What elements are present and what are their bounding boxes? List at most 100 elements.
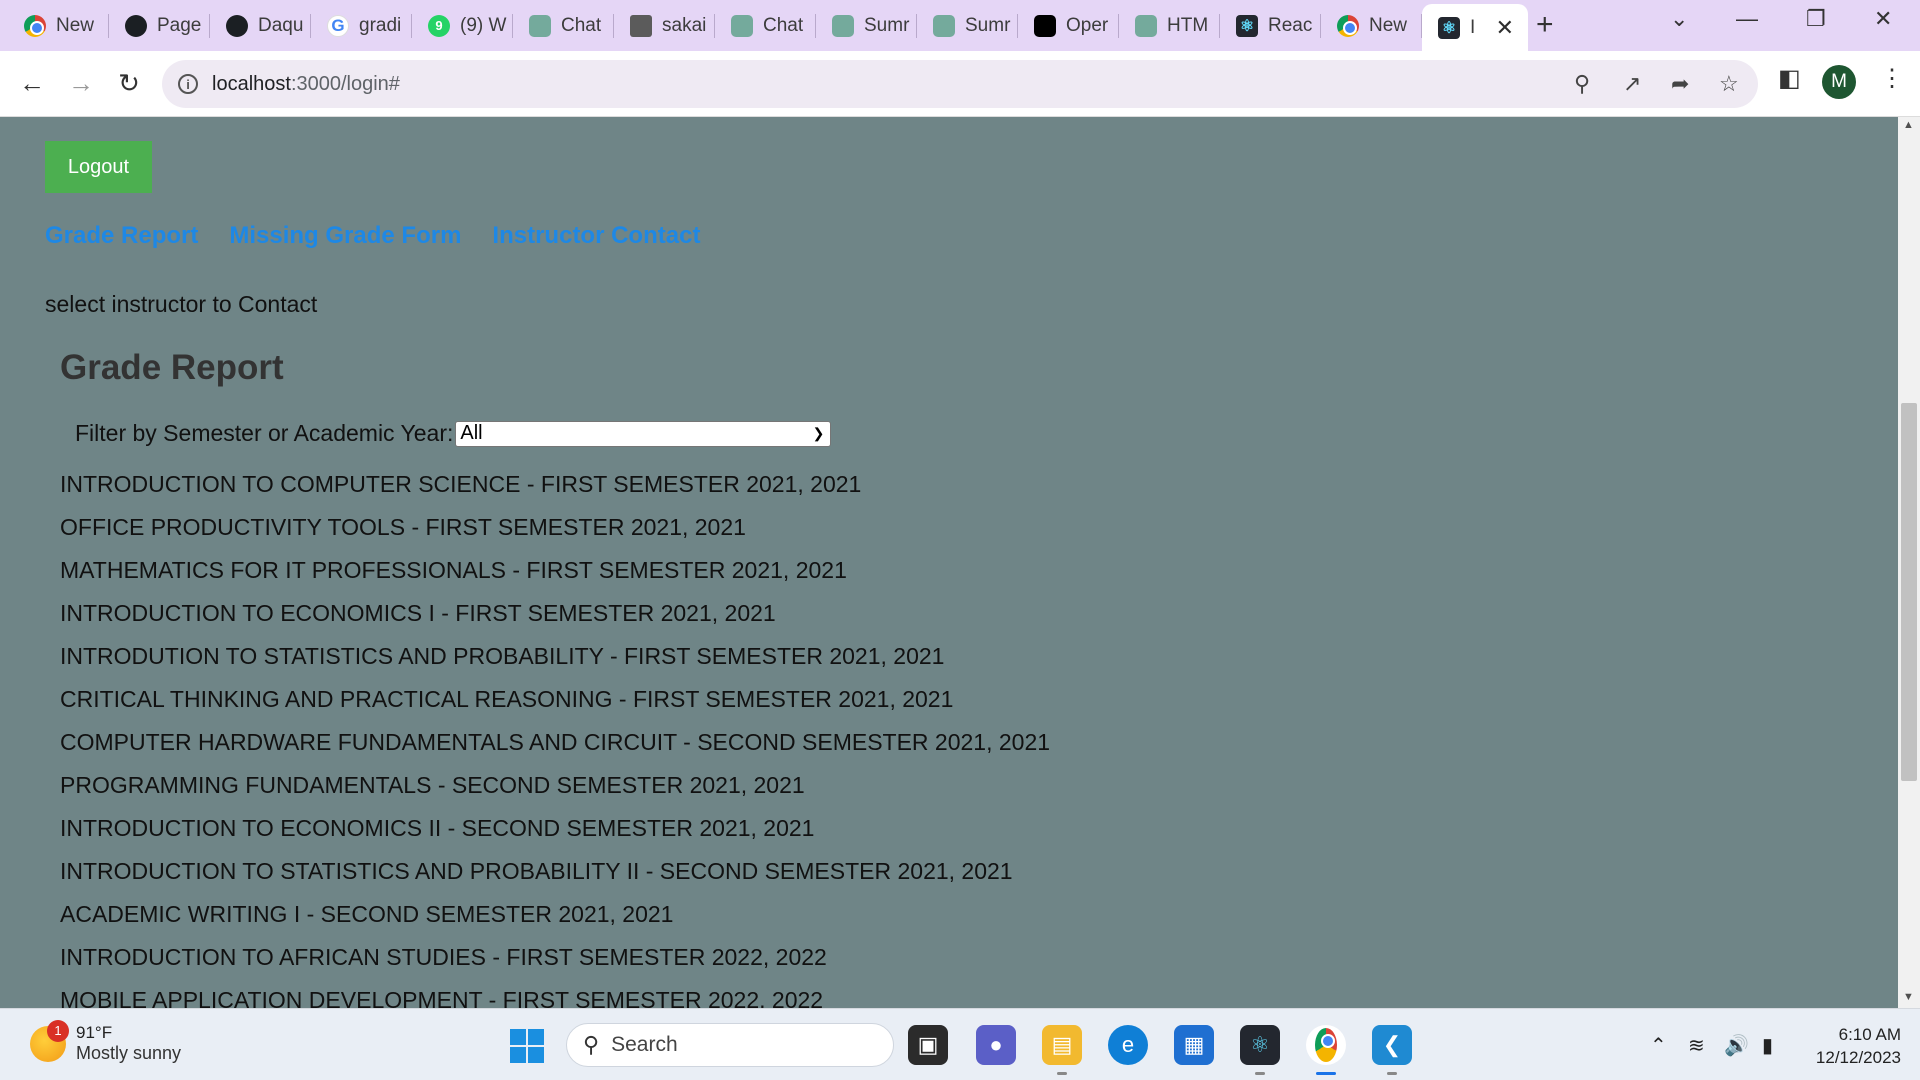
- browser-tab[interactable]: ⚛ I ✕: [1422, 4, 1528, 51]
- chatgpt-icon: [1135, 14, 1157, 37]
- windows-taskbar: 1 91°F Mostly sunny ⚲ Search ▣ ● ▤ e ▦ ⚛…: [0, 1008, 1920, 1080]
- course-list-item: MOBILE APPLICATION DEVELOPMENT - FIRST S…: [60, 987, 824, 1008]
- whatsapp-icon: 9: [428, 14, 450, 37]
- browser-tab-strip: New Page Daqu Ggradi 9 (9) W Chat sakai Chat Sumr…: [0, 0, 1920, 51]
- back-icon[interactable]: ←: [12, 63, 52, 103]
- notification-badge: 1: [47, 1019, 69, 1042]
- browser-tab-label: Page: [157, 14, 202, 36]
- bookmark-star-icon[interactable]: ☆: [1719, 71, 1739, 97]
- show-hidden-icons-chevron-icon[interactable]: ⌃: [1650, 1033, 1667, 1058]
- browser-tab-label: Sumr: [965, 14, 1011, 36]
- browser-tab[interactable]: Oper: [1018, 6, 1119, 45]
- weather-widget[interactable]: 1 91°F Mostly sunny: [30, 1019, 182, 1064]
- scrollbar-thumb[interactable]: [1901, 403, 1917, 781]
- github-icon: [125, 14, 147, 37]
- browser-tab[interactable]: Chat: [715, 6, 816, 45]
- chrome-taskbar-icon[interactable]: [1306, 1025, 1346, 1075]
- nav-link-instructor-contact[interactable]: Instructor Contact: [492, 222, 700, 250]
- new-tab-button[interactable]: +: [1536, 8, 1554, 42]
- browser-tab[interactable]: Chat: [513, 6, 614, 45]
- url-path: :3000/login#: [290, 72, 400, 95]
- logout-button[interactable]: Logout: [45, 141, 152, 193]
- clock-date: 12/12/2023: [1815, 1048, 1901, 1067]
- github-icon: [226, 14, 248, 37]
- open-in-new-icon[interactable]: ↗: [1623, 71, 1641, 97]
- course-list-item: INTRODUCTION TO ECONOMICS I - FIRST SEME…: [60, 600, 776, 626]
- sakai-icon: [630, 14, 652, 37]
- minimize-icon[interactable]: —: [1736, 6, 1758, 32]
- course-list-item: MATHEMATICS FOR IT PROFESSIONALS - FIRST…: [60, 557, 847, 583]
- browser-tab[interactable]: Daqu: [210, 6, 311, 45]
- browser-tab-label: Chat: [763, 14, 804, 36]
- url-text[interactable]: localhost:3000/login#: [212, 73, 400, 96]
- browser-tab[interactable]: ⚛ Reac: [1220, 6, 1321, 45]
- nav-link-missing-grade-form[interactable]: Missing Grade Form: [229, 222, 461, 250]
- filter-row: Filter by Semester or Academic Year: All…: [75, 420, 832, 447]
- address-bar[interactable]: i localhost:3000/login# ⚲ ↗ ➦ ☆: [162, 60, 1758, 108]
- chatgpt-icon: [731, 14, 753, 37]
- semester-filter-select[interactable]: All ❯: [455, 420, 832, 447]
- chatgpt-icon: [832, 14, 854, 37]
- nav-link-grade-report[interactable]: Grade Report: [45, 222, 198, 250]
- system-clock[interactable]: 6:10 AM 12/12/2023: [1805, 1023, 1901, 1069]
- forward-icon[interactable]: →: [61, 63, 101, 103]
- weather-temperature: 91°F: [76, 1023, 113, 1042]
- teams-chat-icon[interactable]: ●: [976, 1025, 1016, 1065]
- page-scrollbar[interactable]: ▲ ▼: [1898, 117, 1920, 1008]
- tab-search-icon[interactable]: ⌄: [1670, 6, 1688, 32]
- course-list-item: OFFICE PRODUCTIVITY TOOLS - FIRST SEMEST…: [60, 514, 746, 540]
- microsoft-store-icon[interactable]: ▦: [1174, 1025, 1214, 1065]
- browser-tab[interactable]: New: [1321, 6, 1422, 45]
- course-list: INTRODUCTION TO COMPUTER SCIENCE - FIRST…: [60, 470, 1050, 1008]
- share-icon[interactable]: ➦: [1671, 71, 1689, 97]
- task-view-icon[interactable]: ▣: [908, 1025, 948, 1065]
- file-explorer-icon[interactable]: ▤: [1042, 1025, 1082, 1075]
- scroll-up-icon[interactable]: ▲: [1903, 119, 1914, 131]
- browser-tab[interactable]: Sumr: [816, 6, 917, 45]
- course-list-item: INTRODUCTION TO COMPUTER SCIENCE - FIRST…: [60, 471, 862, 497]
- browser-tab[interactable]: Sumr: [917, 6, 1018, 45]
- browser-tab[interactable]: New: [8, 6, 109, 45]
- page-content: Logout Grade Report Missing Grade Form I…: [0, 117, 1898, 1008]
- browser-tab-label: Reac: [1268, 14, 1313, 36]
- site-info-icon[interactable]: i: [178, 74, 198, 94]
- course-list-item: INTRODUCTION TO STATISTICS AND PROBABILI…: [60, 858, 1013, 884]
- browser-tab[interactable]: 9 (9) W: [412, 6, 513, 45]
- browser-tab[interactable]: Page: [109, 6, 210, 45]
- close-window-icon[interactable]: ✕: [1874, 6, 1892, 32]
- close-tab-icon[interactable]: ✕: [1496, 15, 1514, 41]
- browser-tab[interactable]: Ggradi: [311, 6, 412, 45]
- volume-icon[interactable]: 🔊: [1724, 1033, 1749, 1058]
- filter-selected-value: All: [460, 422, 483, 444]
- react-app-icon[interactable]: ⚛: [1240, 1025, 1280, 1075]
- url-host: localhost: [212, 72, 291, 95]
- battery-icon[interactable]: ▮: [1762, 1033, 1773, 1058]
- search-icon: ⚲: [583, 1032, 600, 1057]
- browser-tab-label: Sumr: [864, 14, 910, 36]
- browser-toolbar: ← → ↻ i localhost:3000/login# ⚲ ↗ ➦ ☆ ◧ …: [0, 51, 1920, 117]
- browser-tab[interactable]: sakai: [614, 6, 715, 45]
- profile-avatar[interactable]: M: [1822, 65, 1856, 99]
- react-icon: ⚛: [1236, 14, 1258, 37]
- instructor-contact-message: select instructor to Contact: [45, 291, 318, 317]
- google-icon: G: [327, 14, 349, 37]
- course-list-item: INTRODUCTION TO AFRICAN STUDIES - FIRST …: [60, 944, 827, 970]
- vscode-icon[interactable]: ❮: [1372, 1025, 1412, 1075]
- browser-tab[interactable]: HTM: [1119, 6, 1220, 45]
- menu-kebab-icon[interactable]: ⋮: [1880, 64, 1904, 93]
- wifi-icon[interactable]: ≋: [1688, 1033, 1705, 1058]
- edge-browser-icon[interactable]: e: [1108, 1025, 1148, 1065]
- weather-condition: Mostly sunny: [76, 1043, 182, 1063]
- taskbar-search[interactable]: ⚲ Search: [566, 1023, 894, 1067]
- course-list-item: COMPUTER HARDWARE FUNDAMENTALS AND CIRCU…: [60, 729, 1051, 755]
- chatgpt-icon: [933, 14, 955, 37]
- restore-icon[interactable]: ❐: [1806, 6, 1826, 32]
- react-icon: ⚛: [1438, 16, 1460, 39]
- course-list-item: ACADEMIC WRITING I - SECOND SEMESTER 202…: [60, 901, 674, 927]
- windows-start-icon[interactable]: [510, 1029, 544, 1063]
- password-key-icon[interactable]: ⚲: [1574, 71, 1590, 97]
- chevron-down-icon: ❯: [812, 425, 825, 441]
- scroll-down-icon[interactable]: ▼: [1903, 991, 1914, 1003]
- reload-icon[interactable]: ↻: [109, 63, 149, 103]
- side-panel-icon[interactable]: ◧: [1778, 64, 1801, 93]
